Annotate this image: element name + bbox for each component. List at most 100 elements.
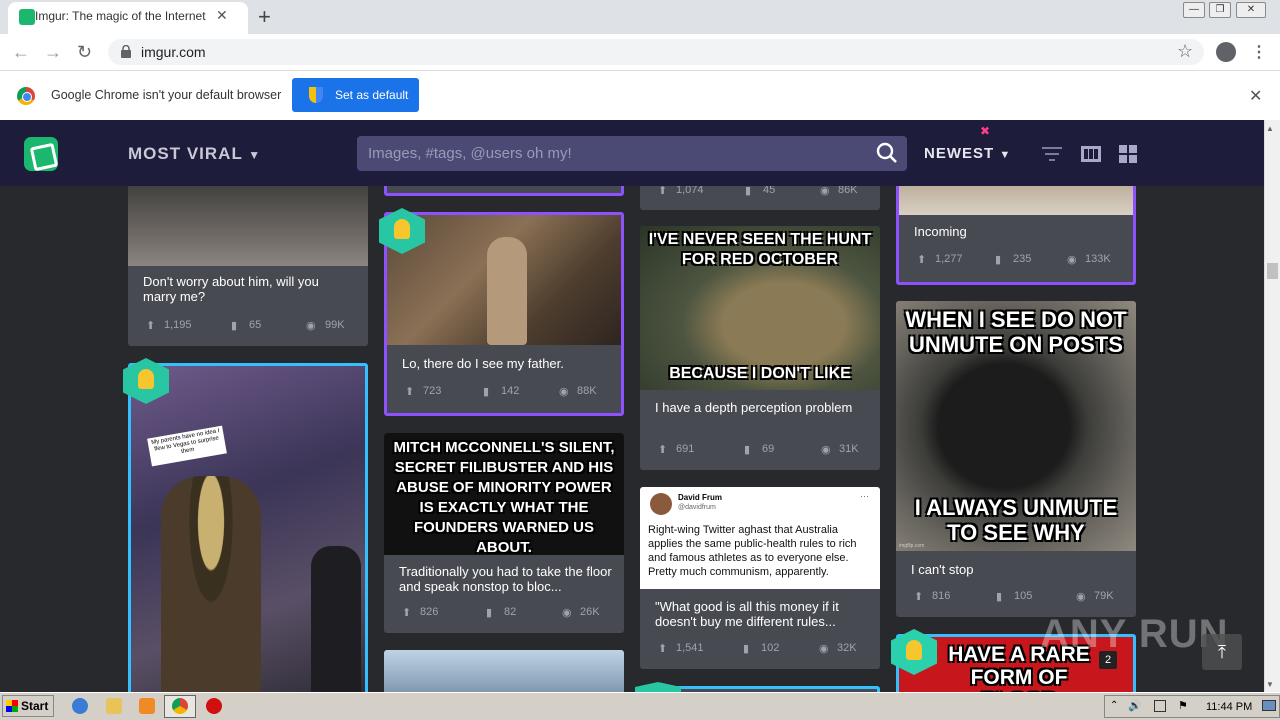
page-scrollbar[interactable]: [1264, 120, 1280, 692]
opera-icon[interactable]: [206, 698, 222, 714]
meme-bottom-text: BECAUSE I DON'T LIKE MOVIES WITH SUB TIT…: [669, 365, 851, 382]
profile-avatar-icon[interactable]: [1216, 42, 1236, 62]
reload-icon[interactable]: ↻: [77, 42, 92, 63]
chrome-logo-icon: [17, 87, 35, 105]
post-thumbnail[interactable]: WHEN I SEE DO NOT UNMUTE ON POSTS I ALWA…: [896, 301, 1136, 551]
filter-icon[interactable]: [1041, 145, 1063, 163]
new-tab-button[interactable]: +: [258, 4, 271, 30]
column-view-icon[interactable]: [1080, 145, 1102, 163]
post-card[interactable]: ⬆ 1,074 ▮ 45 ◉ 86K: [640, 186, 880, 210]
infobar-close-icon[interactable]: ✕: [1249, 86, 1262, 106]
lock-icon[interactable]: [121, 45, 131, 58]
views-count: 86K: [838, 186, 858, 196]
sort-dropdown[interactable]: NEWEST ▼: [924, 145, 1011, 162]
post-title[interactable]: Lo, there do I see my father.: [402, 356, 612, 371]
post-card[interactable]: [384, 186, 624, 196]
close-window-button[interactable]: ✕: [1236, 2, 1266, 18]
tweet-text: Right-wing Twitter aghast that Australia…: [648, 524, 857, 578]
tweet-avatar: [650, 493, 672, 515]
section-dropdown[interactable]: MOST VIRAL ▼: [128, 144, 261, 164]
caret-down-icon: ▼: [999, 149, 1012, 161]
maximize-button[interactable]: ❐: [1209, 2, 1231, 18]
back-to-top-button[interactable]: ⤒: [1202, 634, 1242, 670]
comment-icon: ▮: [743, 643, 750, 655]
ie-icon[interactable]: [72, 698, 88, 714]
post-card[interactable]: WHEN I SEE DO NOT UNMUTE ON POSTS I ALWA…: [896, 301, 1136, 617]
imgur-favicon-icon: [19, 9, 35, 25]
comments-count: 235: [1013, 253, 1032, 265]
show-desktop-icon[interactable]: [1262, 700, 1276, 711]
seated-figure: [487, 237, 527, 345]
post-title[interactable]: "What good is all this money if it doesn…: [655, 599, 865, 629]
trophy-badge-icon: [635, 682, 681, 692]
views-icon: ◉: [819, 643, 829, 655]
post-title[interactable]: Traditionally you had to take the floor …: [399, 564, 614, 594]
imgur-logo-icon[interactable]: [24, 137, 58, 171]
set-as-default-button[interactable]: Set as default: [292, 78, 419, 112]
comment-icon: ▮: [483, 386, 490, 398]
kebab-menu-icon[interactable]: ⋮: [1251, 42, 1267, 62]
post-thumbnail[interactable]: I'VE NEVER SEEN THE HUNT FOR RED OCTOBER…: [640, 226, 880, 390]
flag-icon[interactable]: ⚑: [1178, 699, 1188, 712]
volume-icon[interactable]: 🔊: [1128, 699, 1142, 712]
post-title[interactable]: Don't worry about him, will you marry me…: [143, 274, 353, 304]
back-icon[interactable]: ←: [12, 42, 30, 63]
chrome-icon: [172, 698, 188, 714]
clock: 11:44 PM: [1206, 701, 1253, 713]
post-title[interactable]: Incoming: [914, 224, 1124, 239]
upvote-icon: ⬆: [658, 186, 668, 197]
tweet-thumbnail[interactable]: David Frum @davidfrum ··· Right-wing Twi…: [640, 487, 880, 589]
upvote-icon: ⬆: [914, 591, 924, 603]
views-icon: ◉: [306, 320, 316, 332]
upvotes-count: 1,541: [676, 642, 704, 654]
folder-icon[interactable]: [106, 698, 122, 714]
person-figure: [161, 476, 261, 692]
search-input[interactable]: [357, 136, 857, 171]
post-title[interactable]: I have a depth perception problem: [655, 400, 865, 415]
post-card[interactable]: [384, 650, 624, 692]
scroll-up-icon[interactable]: ▲: [1266, 124, 1274, 133]
comment-icon: ▮: [996, 591, 1003, 603]
upvote-icon: ⬆: [658, 643, 668, 655]
upvotes-count: 723: [423, 385, 442, 397]
media-player-icon[interactable]: [139, 698, 155, 714]
comment-icon: ▮: [486, 607, 493, 619]
post-thumbnail[interactable]: MITCH MCCONNELL'S SILENT, SECRET FILIBUS…: [384, 433, 624, 555]
post-card[interactable]: Incoming ⬆ 1,277 ▮ 235 ◉ 133K: [896, 186, 1136, 285]
post-card[interactable]: David Frum @davidfrum ··· Right-wing Twi…: [640, 487, 880, 669]
upvote-icon: ⬆: [658, 444, 668, 456]
network-icon[interactable]: [1154, 700, 1166, 712]
views-count: 31K: [839, 443, 859, 455]
scroll-down-icon[interactable]: ▼: [1266, 680, 1274, 689]
post-card-video[interactable]: My parents have no idea I flew to Vegas …: [128, 363, 368, 692]
minimize-button[interactable]: —: [1183, 2, 1205, 18]
upvotes-count: 816: [932, 590, 951, 602]
post-thumbnail[interactable]: [128, 186, 368, 266]
post-card[interactable]: MITCH MCCONNELL'S SILENT, SECRET FILIBUS…: [384, 433, 624, 633]
post-card[interactable]: Don't worry about him, will you marry me…: [128, 186, 368, 346]
meme-credit: imgflip.com: [899, 543, 925, 549]
forward-icon[interactable]: →: [44, 42, 62, 63]
tweet-author: David Frum: [678, 493, 723, 502]
url-text[interactable]: imgur.com: [141, 44, 206, 60]
views-icon: ◉: [1067, 254, 1077, 266]
tab-close-icon[interactable]: ✕: [216, 7, 228, 24]
comment-icon: ▮: [744, 444, 751, 456]
post-title[interactable]: I can't stop: [911, 562, 1121, 577]
views-icon: ◉: [821, 444, 831, 456]
comments-count: 45: [763, 186, 776, 196]
post-card[interactable]: I'VE NEVER SEEN THE HUNT FOR RED OCTOBER…: [640, 226, 880, 470]
comment-icon: ▮: [745, 186, 752, 197]
meme-top-text: WHEN I SEE DO NOT UNMUTE ON POSTS: [905, 307, 1127, 357]
caret-down-icon: ▼: [248, 148, 262, 162]
address-bar[interactable]: [108, 39, 1204, 65]
tray-expand-icon[interactable]: ⌃: [1110, 700, 1118, 711]
grid-view-icon[interactable]: [1118, 145, 1140, 163]
bookmark-star-icon[interactable]: ☆: [1177, 41, 1193, 62]
views-count: 26K: [580, 606, 600, 618]
views-count: 133K: [1085, 253, 1111, 265]
start-button[interactable]: Start: [2, 695, 54, 717]
scrollbar-thumb[interactable]: [1267, 263, 1278, 279]
search-icon[interactable]: [876, 142, 898, 164]
post-thumbnail[interactable]: [899, 186, 1133, 215]
